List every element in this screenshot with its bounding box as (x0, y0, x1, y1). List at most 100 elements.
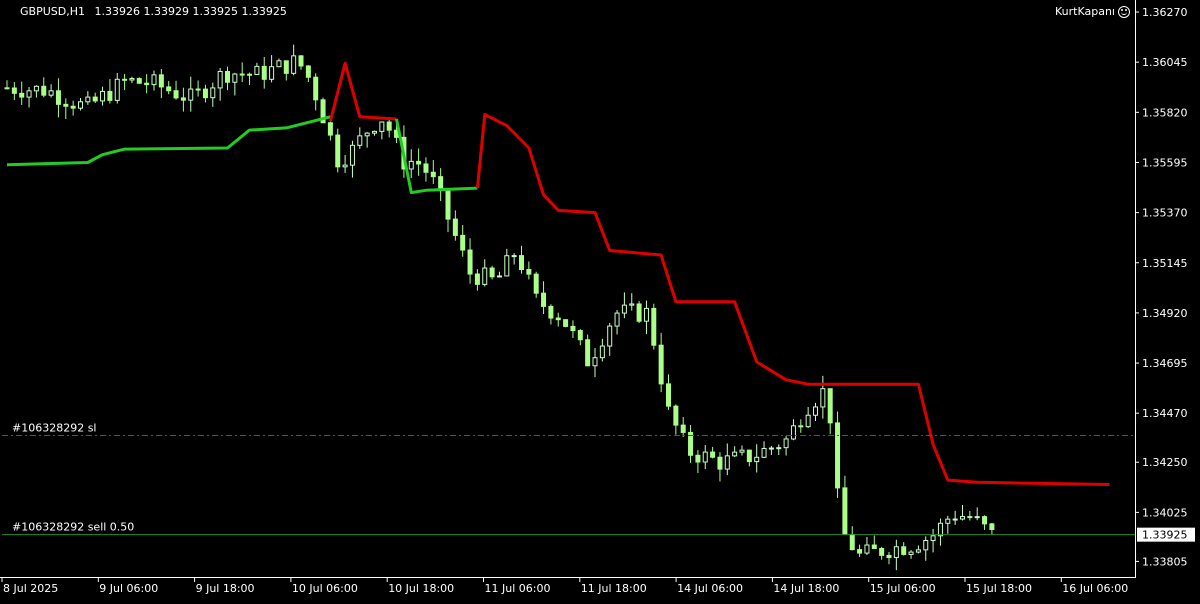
order-label: #106328292 sl (12, 421, 97, 434)
candle-body (254, 65, 260, 75)
candle (239, 62, 245, 83)
candle (335, 128, 341, 173)
candle-body (217, 70, 223, 89)
candle (783, 436, 789, 456)
ohlc-readout: 1.33926 1.33929 1.33925 1.33925 (94, 5, 287, 18)
sell-order-line[interactable]: #106328292 sell 0.50 (2, 521, 1135, 536)
candle-body (724, 455, 730, 470)
candle-body (923, 540, 929, 551)
candle-body (474, 273, 480, 285)
candle (254, 62, 260, 75)
candle-body (548, 305, 554, 319)
candle-body (430, 171, 436, 178)
smiley-icon (1117, 6, 1130, 18)
candle (489, 265, 495, 280)
candle-body (386, 121, 392, 131)
candle (754, 444, 760, 473)
candle (570, 320, 576, 338)
candle-body (651, 307, 657, 346)
candle-body (438, 176, 444, 191)
candle-body (739, 449, 745, 453)
candle-body (298, 55, 304, 67)
candle (129, 76, 135, 83)
candle-body (151, 74, 157, 86)
candle (100, 86, 106, 106)
candle-body (967, 516, 973, 519)
candle (26, 87, 32, 108)
candle (666, 374, 671, 410)
candle (482, 259, 488, 287)
price-tick-label: 1.36270 (1142, 6, 1188, 19)
candle-body (48, 90, 54, 96)
candle (739, 445, 745, 456)
candle (511, 253, 517, 265)
candle (430, 160, 436, 184)
candle (519, 245, 524, 274)
price-tick-label: 1.33805 (1142, 555, 1188, 568)
candle-body (621, 304, 627, 314)
candle (974, 507, 980, 521)
price-tick-label: 1.34025 (1142, 506, 1188, 519)
candle-body (269, 66, 275, 80)
candle (688, 424, 694, 463)
candle (63, 98, 69, 120)
candle-body (614, 312, 620, 327)
time-tick-label: 9 Jul 06:00 (99, 582, 158, 595)
candle-body (761, 447, 767, 458)
candle (651, 303, 657, 350)
candle (732, 446, 738, 457)
candle-body (982, 516, 988, 525)
stop-loss-line[interactable]: #106328292 sl (2, 421, 1135, 436)
candle (643, 300, 649, 335)
candle-body (188, 88, 194, 101)
candle (372, 130, 377, 136)
candle-body (136, 78, 142, 84)
candle (607, 322, 613, 356)
time-tick-label: 10 Jul 18:00 (388, 582, 454, 595)
candle-body (239, 73, 245, 76)
candle-body (813, 406, 818, 416)
candle-body (526, 269, 532, 275)
candle (761, 441, 767, 459)
candle-body (460, 234, 466, 251)
candle (460, 224, 466, 257)
candle-body (607, 325, 613, 347)
candle-body (19, 92, 25, 98)
candle (33, 85, 39, 98)
price-tick-label: 1.34250 (1142, 456, 1188, 469)
price-tick-label: 1.36045 (1142, 56, 1188, 69)
candle-body (496, 275, 502, 278)
candle-body (144, 82, 150, 86)
candle (144, 74, 150, 94)
candle-body (790, 425, 796, 440)
candle-body (930, 535, 936, 542)
candle (210, 82, 216, 107)
candle-body (78, 101, 83, 109)
candle-body (372, 130, 377, 134)
candle (937, 518, 943, 546)
candle-body (445, 189, 451, 220)
candle (982, 515, 988, 530)
candle (4, 80, 10, 90)
candle-body (960, 516, 965, 520)
candle-body (225, 70, 230, 83)
candle (621, 292, 627, 319)
candle-body (570, 325, 576, 332)
candle-body (342, 164, 348, 168)
price-chart[interactable]: #106328292 sl #106328292 sell 0.50 1.3627… (0, 0, 1200, 600)
order-lines[interactable]: #106328292 sl #106328292 sell 0.50 (2, 421, 1135, 536)
time-tick-label: 15 Jul 18:00 (966, 582, 1032, 595)
candle (813, 402, 818, 422)
candle (864, 537, 870, 555)
candle-body (122, 78, 128, 81)
chart-window[interactable]: #106328292 sl #106328292 sell 0.50 1.3627… (0, 0, 1200, 600)
candle-body (482, 267, 488, 285)
candle-body (666, 383, 671, 407)
candle-body (452, 218, 458, 236)
candle (467, 238, 473, 284)
candle (55, 78, 61, 118)
candle-body (408, 160, 414, 170)
time-tick-label: 9 Jul 18:00 (196, 582, 255, 595)
candle-body (92, 96, 98, 102)
candle-body (180, 97, 186, 101)
